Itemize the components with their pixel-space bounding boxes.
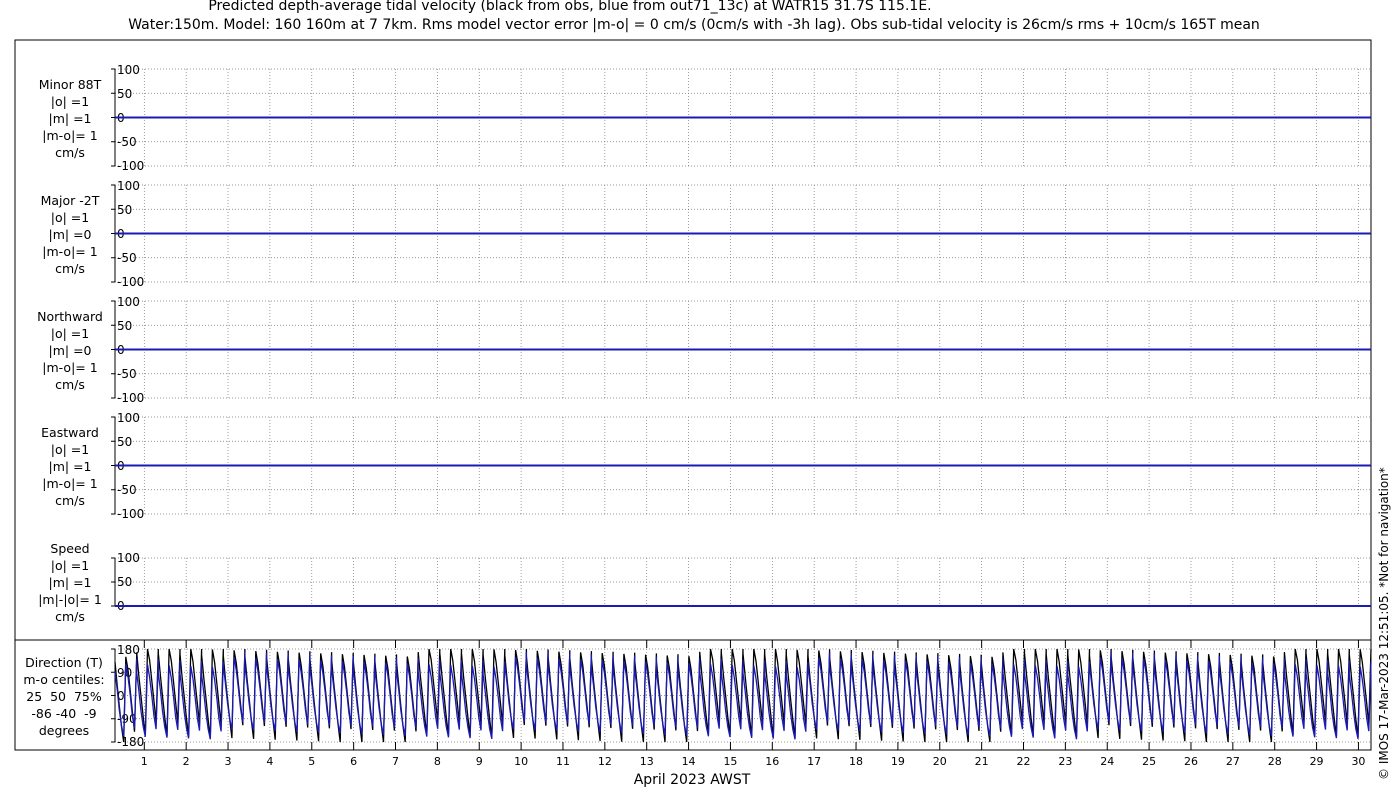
- panel-label-line: m-o centiles:: [23, 672, 105, 687]
- y-tick-label: -50: [117, 251, 137, 265]
- y-tick-label: 100: [117, 179, 140, 193]
- panel-label-4: Speed |o| =1 |m| =1 |m|-|o|= 1 cm/s: [28, 540, 112, 625]
- panel-label-line: Northward: [37, 309, 103, 324]
- panel-label-line: |m| =1: [48, 459, 92, 474]
- panel-label-line: |o| =1: [50, 94, 90, 109]
- panel-label-1: Major -2T |o| =1 |m| =0 |m-o|= 1 cm/s: [28, 192, 112, 277]
- y-tick-label: -100: [117, 275, 144, 289]
- x-tick-label: 9: [476, 755, 483, 768]
- x-tick-label: 23: [1058, 755, 1072, 768]
- panel-label-line: |m| =1: [48, 575, 92, 590]
- panel-label-line: Speed: [50, 541, 90, 556]
- panel-label-line: Direction (T): [25, 655, 103, 670]
- x-axis-label: April 2023 AWST: [634, 772, 751, 788]
- chart-canvas: 100500-50-100100500-50-100100500-50-1001…: [14, 39, 1372, 788]
- y-tick-label: -180: [117, 735, 144, 749]
- copyright-note: © IMOS 17-Mar-2023 12:51:05. *Not for na…: [1377, 467, 1391, 780]
- x-tick-label: 3: [225, 755, 232, 768]
- x-tick-label: 24: [1100, 755, 1114, 768]
- panel-label-line: |m-o|= 1: [42, 128, 98, 143]
- y-tick-label: -100: [117, 159, 144, 173]
- x-tick-label: 15: [723, 755, 737, 768]
- panel-label-line: |m|-|o|= 1: [38, 592, 102, 607]
- panel-label-line: |o| =1: [50, 326, 90, 341]
- panel-label-line: Minor 88T: [38, 77, 102, 92]
- y-tick-label: 50: [117, 203, 132, 217]
- panel-label-0: Minor 88T |o| =1 |m| =1 |m-o|= 1 cm/s: [28, 76, 112, 161]
- panel-label-line: |m| =0: [48, 343, 92, 358]
- panel-label-5: Direction (T) m-o centiles: 25 50 75% -86 -…: [16, 654, 112, 739]
- y-tick-label: 50: [117, 319, 132, 333]
- panel-label-line: |m| =0: [48, 227, 92, 242]
- panel-label-line: |m-o|= 1: [42, 476, 98, 491]
- y-tick-label: 100: [117, 411, 140, 425]
- panel-label-line: cm/s: [55, 377, 85, 392]
- panel-label-line: Major -2T: [40, 193, 100, 208]
- panel-label-line: -86 -40 -9: [31, 706, 97, 721]
- y-tick-label: 50: [117, 575, 132, 589]
- x-tick-label: 28: [1268, 755, 1282, 768]
- x-tick-label: 1: [141, 755, 148, 768]
- x-tick-label: 8: [434, 755, 441, 768]
- y-tick-label: -50: [117, 367, 137, 381]
- y-tick-label: 100: [117, 551, 140, 565]
- x-tick-label: 22: [1017, 755, 1031, 768]
- x-tick-label: 30: [1351, 755, 1365, 768]
- x-tick-label: 20: [933, 755, 947, 768]
- panel-label-line: cm/s: [55, 493, 85, 508]
- x-tick-label: 19: [891, 755, 905, 768]
- x-tick-label: 10: [514, 755, 528, 768]
- panel-label-line: |o| =1: [50, 558, 90, 573]
- panel-label-2: Northward |o| =1 |m| =0 |m-o|= 1 cm/s: [28, 308, 112, 393]
- y-tick-label: 100: [117, 295, 140, 309]
- x-tick-label: 26: [1184, 755, 1198, 768]
- panel-label-line: |m| =1: [48, 111, 92, 126]
- x-tick-label: 2: [183, 755, 190, 768]
- y-tick-label: -50: [117, 135, 137, 149]
- panel-label-line: 25 50 75%: [26, 689, 102, 704]
- y-tick-label: 50: [117, 87, 132, 101]
- x-tick-label: 6: [350, 755, 357, 768]
- panel-label-line: cm/s: [55, 261, 85, 276]
- y-tick-label: -100: [117, 391, 144, 405]
- panel-label-line: cm/s: [55, 609, 85, 624]
- panel-label-line: cm/s: [55, 145, 85, 160]
- x-tick-label: 5: [308, 755, 315, 768]
- x-tick-label: 21: [975, 755, 989, 768]
- panel-label-line: |o| =1: [50, 442, 90, 457]
- x-tick-label: 4: [266, 755, 273, 768]
- x-tick-label: 11: [556, 755, 570, 768]
- x-tick-label: 25: [1142, 755, 1156, 768]
- x-tick-label: 18: [849, 755, 863, 768]
- y-tick-label: -100: [117, 507, 144, 521]
- x-tick-label: 17: [807, 755, 821, 768]
- panel-label-3: Eastward |o| =1 |m| =1 |m-o|= 1 cm/s: [28, 424, 112, 509]
- panel-label-line: |o| =1: [50, 210, 90, 225]
- y-tick-label: -50: [117, 483, 137, 497]
- figure-frame: [14, 39, 1372, 751]
- panel-label-line: |m-o|= 1: [42, 360, 98, 375]
- x-tick-label: 7: [392, 755, 399, 768]
- x-tick-label: 16: [765, 755, 779, 768]
- y-tick-label: 50: [117, 435, 132, 449]
- x-tick-label: 12: [598, 755, 612, 768]
- panel-label-line: degrees: [38, 723, 90, 738]
- x-tick-label: 29: [1310, 755, 1324, 768]
- x-tick-label: 13: [640, 755, 654, 768]
- panel-label-line: Eastward: [41, 425, 99, 440]
- x-tick-label: 14: [682, 755, 696, 768]
- x-tick-label: 27: [1226, 755, 1240, 768]
- panel-label-line: |m-o|= 1: [42, 244, 98, 259]
- y-tick-label: 100: [117, 63, 140, 77]
